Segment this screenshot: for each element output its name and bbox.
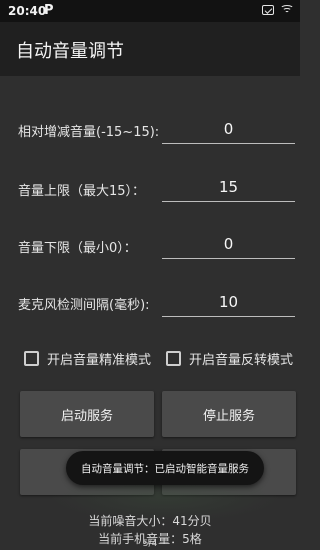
checkbox-box[interactable] (166, 351, 181, 366)
mic-interval-input[interactable] (162, 287, 295, 317)
reverse-mode-label: 开启音量反转模式 (189, 353, 294, 368)
volume-max-label: 音量上限（最大15）： (18, 184, 146, 199)
status-icons (262, 5, 294, 15)
checkbox-row: 开启音量精准模式 开启音量反转模式 (0, 348, 300, 370)
checkbox-box[interactable] (24, 351, 39, 366)
wifi-icon (280, 5, 294, 15)
relative-volume-label: 相对增减音量(-15~15): (18, 125, 160, 140)
start-service-button[interactable]: 启动服务 (20, 391, 154, 437)
app-title: 自动音量调节 (16, 41, 124, 62)
volume-max-input[interactable] (162, 172, 295, 202)
precise-mode-checkbox[interactable]: 开启音量精准模式 (24, 349, 151, 368)
toast-message: 自动音量调节：已启动智能音量服务 (66, 451, 264, 485)
volume-min-input[interactable] (162, 229, 295, 259)
volume-min-label: 音量下限（最小0）： (18, 241, 137, 256)
stop-service-button[interactable]: 停止服务 (162, 391, 296, 437)
precise-mode-label: 开启音量精准模式 (47, 353, 152, 368)
status-time: 20:40 (8, 4, 47, 18)
app-bar: 自动音量调节 (0, 22, 300, 76)
relative-volume-input[interactable] (162, 114, 295, 144)
status-bar: 20:40 P (0, 0, 300, 22)
mic-interval-label: 麦克风检测间隔(毫秒): (18, 298, 150, 313)
sim-alert-icon (262, 5, 274, 15)
noise-level-text: 当前噪音大小：41分贝 (88, 514, 212, 528)
reverse-mode-checkbox[interactable]: 开启音量反转模式 (166, 349, 293, 368)
p-notification-icon: P (44, 3, 54, 18)
page-indicator: 5/4 (142, 539, 158, 549)
